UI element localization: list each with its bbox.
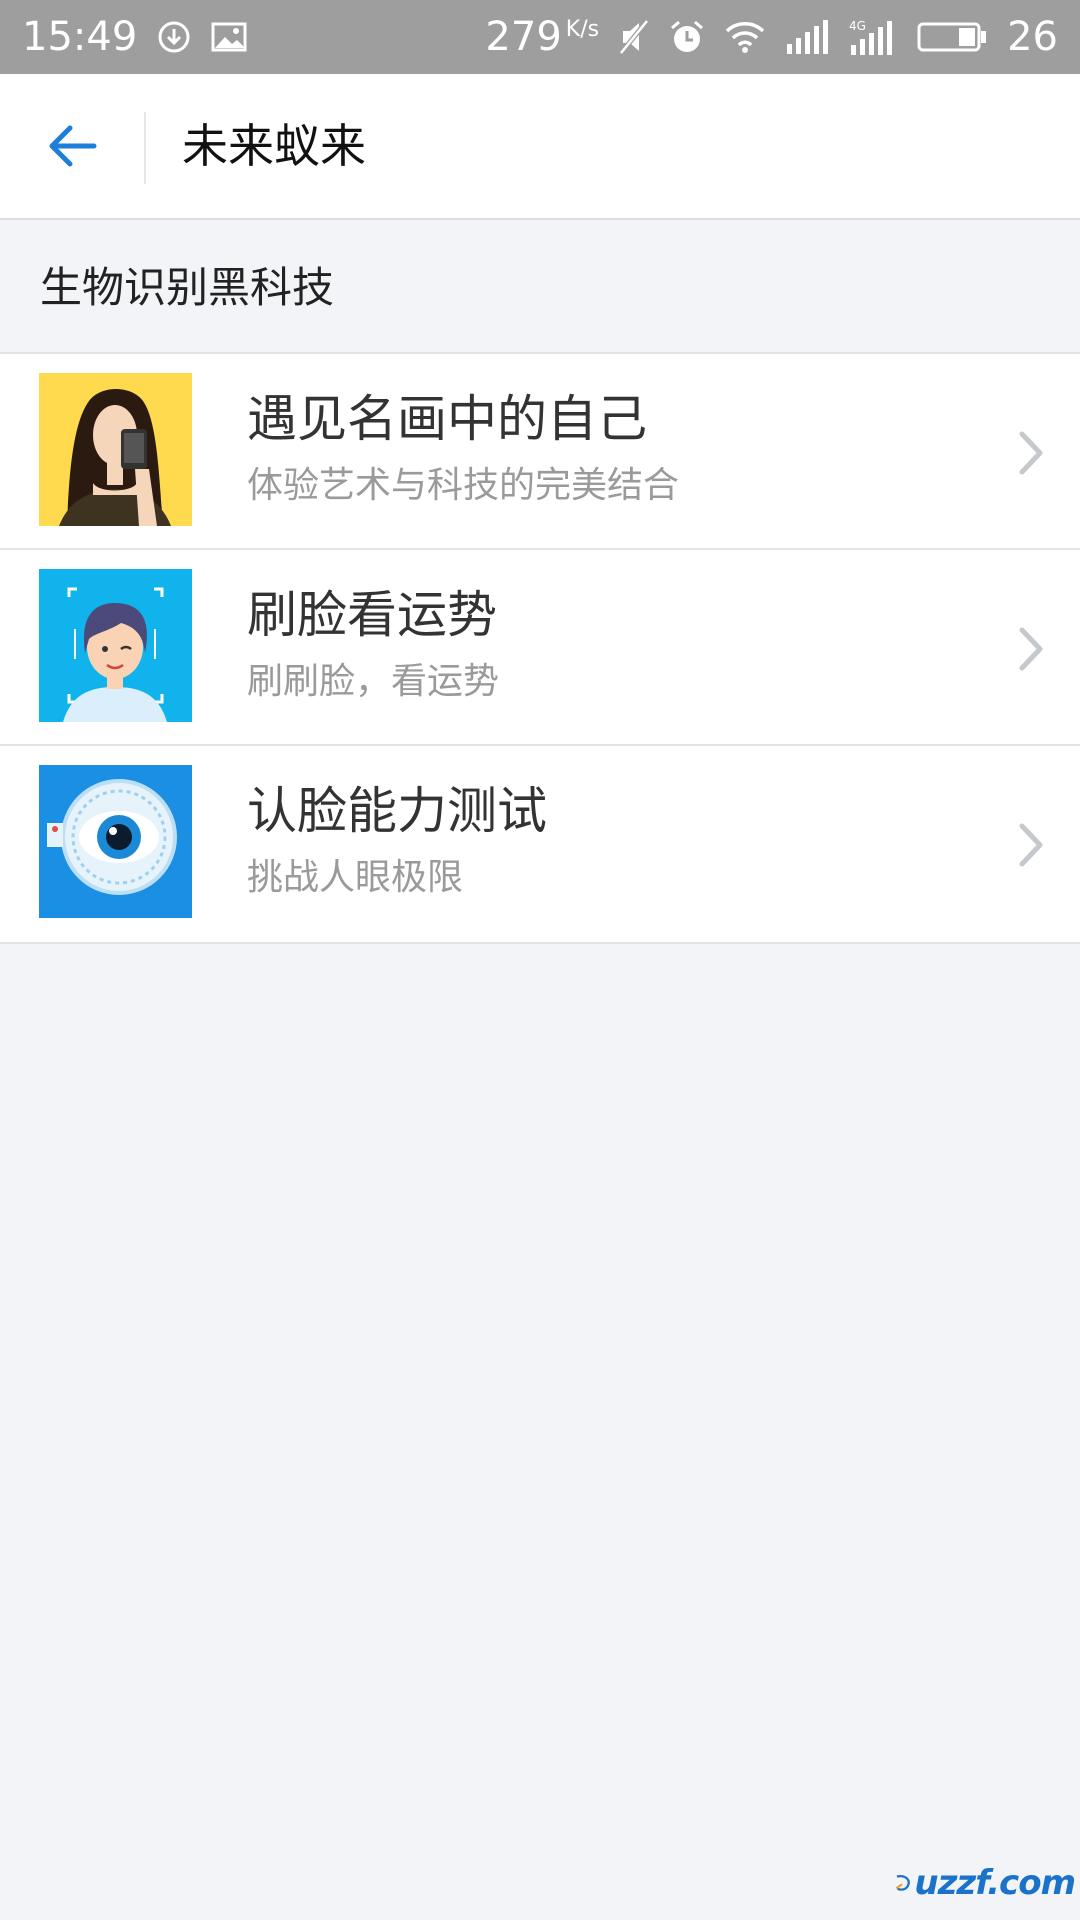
item-title: 遇见名画中的自己 [247, 390, 647, 448]
battery-level: 26 [1007, 14, 1058, 60]
signal-4g-icon: 4G [849, 19, 897, 55]
arrow-left-icon [49, 125, 97, 167]
network-type-label: 4G [849, 19, 866, 33]
section-title: 生物识别黑科技 [40, 263, 335, 312]
item-subtitle: 挑战人眼极限 [247, 857, 464, 898]
item-subtitle: 刷刷脸，看运势 [247, 661, 500, 702]
chevron-right-icon [1019, 627, 1043, 671]
network-speed: 279 K/s [485, 14, 599, 60]
network-speed-value: 279 [485, 14, 562, 60]
network-speed-unit: K/s [565, 17, 600, 42]
eye-scan-icon [39, 765, 192, 918]
list-item-face-recognition-test[interactable]: 认脸能力测试 挑战人眼极限 [0, 746, 1080, 942]
feature-list: 遇见名画中的自己 体验艺术与科技的完美结合 刷脸看运势 刷刷脸，看运势 认脸能力… [0, 352, 1080, 944]
battery-icon [917, 21, 987, 53]
item-title: 刷脸看运势 [247, 586, 497, 644]
chevron-right-icon [1019, 823, 1043, 867]
header-divider [144, 112, 146, 184]
watermark-mark-icon [895, 1875, 910, 1891]
status-time: 15:49 [22, 14, 138, 60]
signal-icon [785, 20, 829, 54]
list-item-face-fortune[interactable]: 刷脸看运势 刷刷脸，看运势 [0, 550, 1080, 746]
back-button[interactable] [30, 104, 114, 188]
chevron-right-icon [1019, 431, 1043, 475]
list-item-famous-painting[interactable]: 遇见名画中的自己 体验艺术与科技的完美结合 [0, 354, 1080, 550]
alarm-icon [669, 19, 705, 55]
mute-icon [619, 19, 650, 55]
download-icon [157, 20, 191, 54]
item-subtitle: 体验艺术与科技的完美结合 [247, 465, 680, 506]
item-title: 认脸能力测试 [247, 782, 547, 840]
page-title: 未来蚁来 [182, 119, 366, 173]
status-bar: 15:49 279 K/s 4G 26 [0, 0, 1080, 74]
wifi-icon [725, 21, 765, 53]
watermark-text: uzzf.com [914, 1863, 1076, 1903]
image-icon [211, 22, 247, 52]
app-header: 未来蚁来 [0, 74, 1080, 220]
face-scan-girl-icon [39, 569, 192, 722]
portrait-painting-icon [39, 373, 192, 526]
watermark-logo: uzzf.com [895, 1855, 1076, 1911]
